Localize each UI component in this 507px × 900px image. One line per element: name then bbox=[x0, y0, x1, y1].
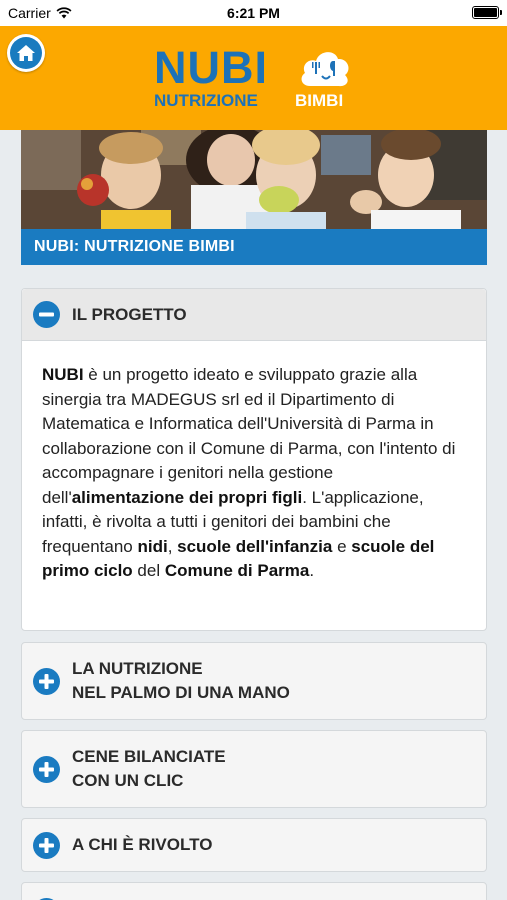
accordion-section-a-chi[interactable]: A CHI È RIVOLTO bbox=[21, 818, 487, 872]
logo-title: NUBI bbox=[154, 42, 268, 93]
body-emphasis-text: scuole dell'infanzia bbox=[177, 536, 333, 556]
accordion-header-progetto[interactable]: IL PROGETTO bbox=[22, 289, 486, 341]
app-logo: NUBI NUTRIZIONE BIMBI bbox=[152, 44, 362, 114]
plus-circle-icon bbox=[33, 667, 60, 695]
plus-circle-icon bbox=[33, 831, 60, 859]
body-text: del bbox=[132, 561, 165, 580]
plus-circle-icon bbox=[33, 755, 60, 783]
logo-subtitle-left: NUTRIZIONE bbox=[154, 91, 258, 110]
home-icon bbox=[17, 45, 35, 61]
section-title: CENE BILANCIATE CON UN CLIC bbox=[72, 747, 226, 790]
body-text: è un progetto ideato e sviluppato grazie… bbox=[42, 365, 456, 507]
accordion-section-next[interactable] bbox=[21, 882, 487, 900]
body-emphasis-text: alimentazione dei propri figli bbox=[71, 487, 303, 507]
body-emphasis-text: Comune di Parma bbox=[164, 561, 310, 580]
status-time: 6:21 PM bbox=[227, 5, 280, 21]
section-body-text: NUBI è un progetto ideato e sviluppato g… bbox=[22, 341, 486, 584]
battery-icon bbox=[472, 6, 502, 19]
body-text: e bbox=[332, 536, 352, 556]
logo-subtitle-right: BIMBI bbox=[295, 91, 344, 110]
app-header: NUBI NUTRIZIONE BIMBI bbox=[0, 26, 507, 130]
section-title: IL PROGETTO bbox=[72, 304, 187, 324]
accordion-header-nutrizione[interactable]: LA NUTRIZIONE NEL PALMO DI UNA MANO bbox=[22, 643, 486, 719]
children-eating-fruit-photo bbox=[21, 130, 487, 229]
hero-image bbox=[21, 130, 487, 229]
body-text: , bbox=[167, 536, 178, 556]
status-bar: Carrier 6:21 PM bbox=[0, 0, 507, 26]
accordion-header-cene[interactable]: CENE BILANCIATE CON UN CLIC bbox=[22, 731, 486, 807]
section-title: A CHI È RIVOLTO bbox=[72, 835, 213, 854]
body-emphasis-text: nidi bbox=[137, 536, 168, 556]
home-button[interactable] bbox=[7, 34, 45, 72]
accordion-header-a-chi[interactable]: A CHI È RIVOLTO bbox=[22, 819, 486, 871]
body-emphasis-text: NUBI bbox=[42, 365, 84, 384]
accordion-header-next[interactable] bbox=[22, 883, 486, 900]
accordion-section-progetto: IL PROGETTO NUBI è un progetto ideato e … bbox=[21, 288, 487, 631]
accordion-section-cene[interactable]: CENE BILANCIATE CON UN CLIC bbox=[21, 730, 487, 808]
minus-circle-icon bbox=[33, 301, 60, 328]
section-title: LA NUTRIZIONE NEL PALMO DI UNA MANO bbox=[72, 659, 290, 702]
body-text: . bbox=[309, 561, 315, 580]
accordion-section-nutrizione[interactable]: LA NUTRIZIONE NEL PALMO DI UNA MANO bbox=[21, 642, 487, 720]
hero-banner-title: NUBI: NUTRIZIONE BIMBI bbox=[21, 229, 487, 265]
mascot-cloud-icon bbox=[301, 52, 349, 87]
